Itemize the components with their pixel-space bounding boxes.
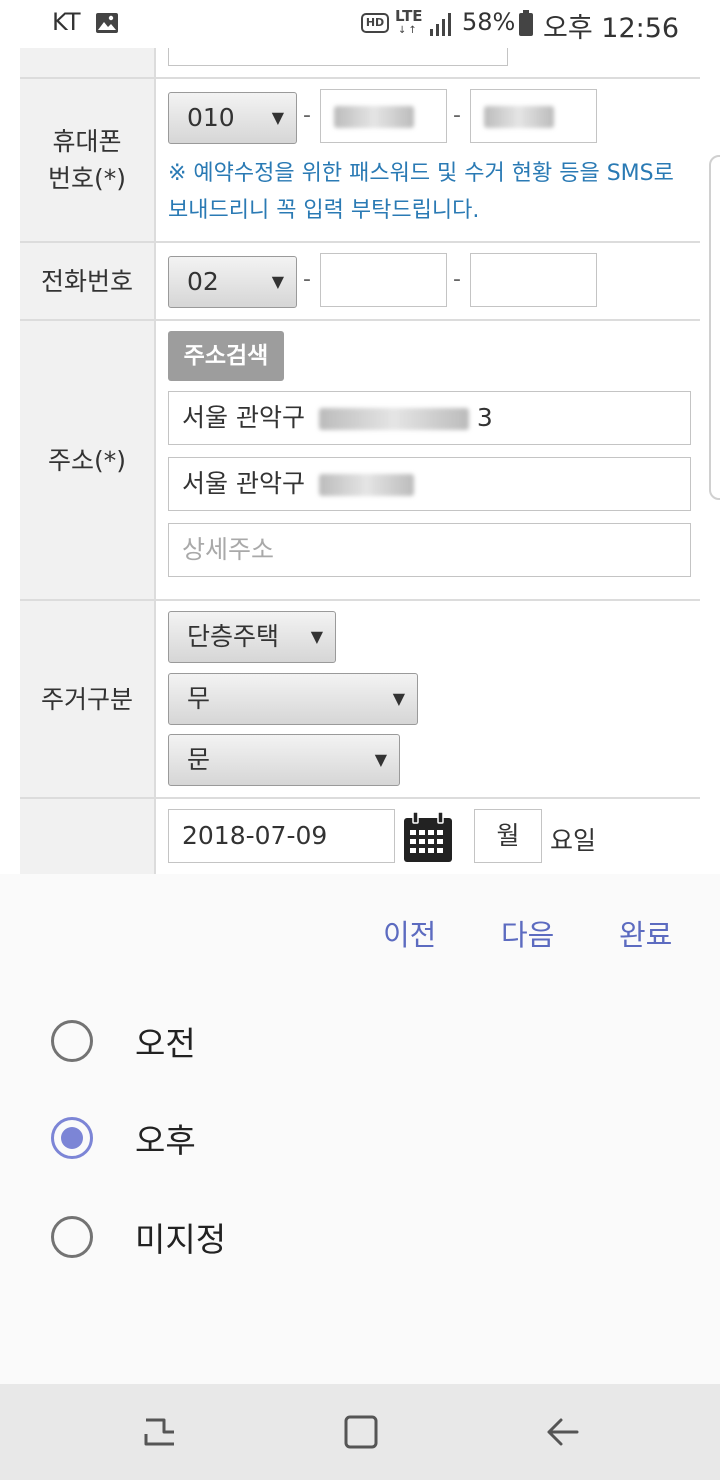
mobile-prefix-select[interactable]: 010 ▼ — [168, 92, 297, 144]
row-label-mobile: 휴대폰 번호(*) — [20, 79, 156, 241]
sms-notice: ※ 예약수정을 위한 패스워드 및 수거 현황 등을 SMS로 보내드리니 꼭 … — [168, 161, 674, 223]
weekday-box: 월 — [474, 809, 542, 863]
radio-am[interactable] — [51, 1020, 93, 1062]
row-label-address: 주소(*) — [20, 321, 156, 599]
signal-icon — [430, 13, 451, 36]
status-bar: KT HD LTE ↓↑ 58% 오후 12:56 — [0, 0, 720, 48]
address-search-button[interactable]: 주소검색 — [168, 331, 284, 381]
hd-voice-icon: HD — [361, 13, 389, 33]
calendar-icon[interactable] — [402, 811, 454, 863]
option-pm[interactable]: 오후 — [0, 1090, 720, 1186]
radio-pm[interactable] — [51, 1117, 93, 1159]
reservation-form: 휴대폰 번호(*) 010 ▼ - - ※ 예약수정을 위한 패스워드 및 수거… — [0, 0, 720, 874]
option-unspecified[interactable]: 미지정 — [0, 1189, 720, 1285]
address-line1-prefix: 서울 관악구 — [182, 403, 305, 432]
row-cell-housing: 단층주택 ▼ 무 ▼ 문 ▼ — [156, 601, 700, 797]
option-am-label: 오전 — [135, 1024, 196, 1063]
back-icon[interactable] — [543, 1412, 583, 1452]
redacted-blur — [318, 408, 469, 430]
phone-prefix-value: 02 — [187, 267, 219, 296]
option-am[interactable]: 오전 — [0, 993, 720, 1089]
phone-dash-1: - — [303, 267, 311, 292]
mobile-middle-input[interactable] — [320, 89, 447, 143]
form-row-address: 주소(*) 주소검색 서울 관악구 3 서울 관악구 상세주소 — [20, 321, 700, 601]
phone-last-input[interactable] — [470, 253, 597, 307]
data-arrows-icon: ↓↑ — [398, 25, 419, 36]
battery-percent: 58% — [462, 8, 516, 36]
mobile-last-input[interactable] — [470, 89, 597, 143]
dropdown-arrow-icon: ▼ — [271, 272, 284, 291]
dropdown-arrow-icon: ▼ — [271, 108, 284, 127]
done-button[interactable]: 완료 — [619, 912, 672, 954]
form-row-date: 2018-07-09 월 요일 — [20, 799, 700, 874]
option-unspecified-label: 미지정 — [135, 1220, 227, 1259]
row-cell-address: 주소검색 서울 관악구 3 서울 관악구 상세주소 — [156, 321, 700, 599]
picker-toolbar: 이전 다음 완료 — [0, 874, 720, 990]
radio-unspecified[interactable] — [51, 1216, 93, 1258]
housing-option3-select[interactable]: 문 ▼ — [168, 734, 400, 786]
option-pm-label: 오후 — [135, 1121, 196, 1160]
carrier-label: KT — [52, 8, 81, 36]
housing-type-value: 단층주택 — [187, 622, 280, 651]
battery-icon — [519, 10, 533, 36]
form-row-housing: 주거구분 단층주택 ▼ 무 ▼ 문 ▼ — [20, 601, 700, 799]
address-line1-suffix: 3 — [476, 403, 493, 432]
redacted-blur — [484, 106, 554, 128]
row-label-phone: 전화번호 — [20, 243, 156, 319]
clock: 오후 12:56 — [543, 13, 680, 44]
mobile-prefix-value: 010 — [187, 103, 235, 132]
housing-option2-select[interactable]: 무 ▼ — [168, 673, 418, 725]
address-line1-input[interactable]: 서울 관악구 3 — [168, 391, 691, 445]
lte-icon: LTE — [395, 7, 423, 25]
row-cell-mobile: 010 ▼ - - ※ 예약수정을 위한 패스워드 및 수거 현황 등을 SMS… — [156, 79, 700, 241]
phone-prefix-select[interactable]: 02 ▼ — [168, 256, 297, 308]
housing-option3-value: 문 — [187, 745, 211, 774]
next-button[interactable]: 다음 — [501, 912, 554, 954]
mobile-dash-2: - — [453, 103, 461, 128]
recent-apps-icon[interactable] — [140, 1412, 180, 1452]
date-input[interactable]: 2018-07-09 — [168, 809, 395, 863]
gallery-icon — [96, 13, 118, 33]
redacted-blur — [318, 474, 414, 496]
dropdown-arrow-icon: ▼ — [310, 627, 323, 646]
form-row-phone: 전화번호 02 ▼ - - — [20, 243, 700, 321]
redacted-blur — [334, 106, 414, 128]
phone-dash-2: - — [453, 267, 461, 292]
phone-middle-input[interactable] — [320, 253, 447, 307]
dropdown-arrow-icon: ▼ — [392, 689, 405, 708]
housing-option2-value: 무 — [187, 684, 211, 713]
dropdown-arrow-icon: ▼ — [374, 750, 387, 769]
address-line2-prefix: 서울 관악구 — [182, 469, 305, 498]
time-picker-sheet: 이전 다음 완료 오전 오후 미지정 — [0, 874, 720, 1384]
row-label-date — [20, 799, 156, 874]
row-label-housing: 주거구분 — [20, 601, 156, 797]
side-scroll-handle[interactable] — [709, 155, 720, 500]
row-cell-phone: 02 ▼ - - — [156, 243, 700, 319]
housing-type-select[interactable]: 단층주택 ▼ — [168, 611, 336, 663]
form-row-mobile: 휴대폰 번호(*) 010 ▼ - - ※ 예약수정을 위한 패스워드 및 수거… — [20, 79, 700, 243]
address-detail-input[interactable]: 상세주소 — [168, 523, 691, 577]
prev-button[interactable]: 이전 — [383, 912, 436, 954]
row-cell-date: 2018-07-09 월 요일 — [156, 799, 700, 874]
weekday-suffix: 요일 — [550, 826, 597, 855]
home-icon[interactable] — [341, 1412, 381, 1452]
navigation-bar — [0, 1384, 720, 1480]
address-line2-input[interactable]: 서울 관악구 — [168, 457, 691, 511]
mobile-dash-1: - — [303, 103, 311, 128]
